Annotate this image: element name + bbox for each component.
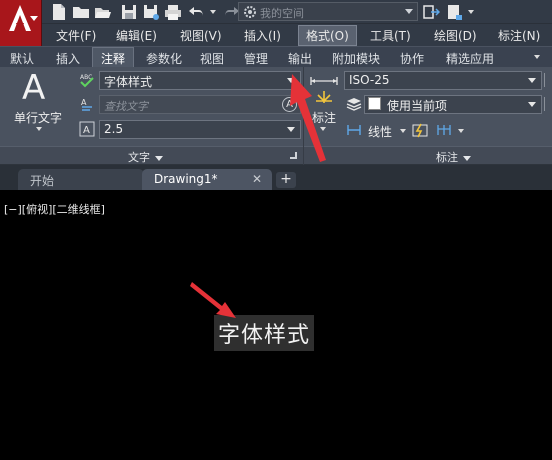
chevron-down-icon bbox=[528, 102, 536, 107]
linear-dropdown-icon[interactable] bbox=[400, 129, 406, 133]
share-icon[interactable] bbox=[422, 3, 440, 21]
tab-addins[interactable]: 附加模块 bbox=[332, 50, 380, 67]
gear-icon bbox=[244, 6, 256, 18]
chevron-down-icon bbox=[528, 78, 536, 83]
svg-text:A: A bbox=[81, 98, 87, 107]
export-icon[interactable] bbox=[446, 3, 464, 21]
linear-dimension-button[interactable]: 线性 bbox=[368, 123, 392, 140]
dimension-style-select[interactable]: ISO-25 bbox=[344, 71, 542, 90]
tab-collaborate[interactable]: 协作 bbox=[400, 50, 424, 67]
layer-stack-icon bbox=[346, 98, 362, 111]
find-text-input[interactable]: 查找文字 A bbox=[99, 95, 301, 114]
menu-file[interactable]: 文件(F) bbox=[56, 27, 96, 44]
dimension-layer-value: 使用当前项 bbox=[387, 99, 448, 113]
open-folder-icon[interactable] bbox=[72, 3, 90, 21]
dimension-panel-footer[interactable]: 标注 bbox=[304, 146, 552, 164]
save-as-icon[interactable] bbox=[142, 3, 160, 21]
continue-dimension-icon[interactable] bbox=[436, 122, 452, 138]
menu-dimension[interactable]: 标注(N) bbox=[498, 27, 540, 44]
menu-tools[interactable]: 工具(T) bbox=[370, 27, 411, 44]
linear-dimension-icon bbox=[347, 125, 361, 135]
tab-start-label: 开始 bbox=[30, 174, 55, 188]
single-line-text-dropdown-icon[interactable] bbox=[36, 127, 42, 131]
text-height-select[interactable]: 2.5 bbox=[99, 120, 301, 139]
tab-start[interactable]: 开始 bbox=[18, 169, 144, 190]
find-text-icon: A bbox=[81, 98, 92, 111]
qat-customize-icon[interactable] bbox=[468, 10, 474, 14]
tab-output[interactable]: 输出 bbox=[288, 50, 312, 67]
tab-parametric[interactable]: 参数化 bbox=[146, 50, 182, 67]
print-icon[interactable] bbox=[164, 3, 182, 21]
find-text-placeholder: 查找文字 bbox=[104, 100, 148, 113]
new-tab-button[interactable]: + bbox=[276, 172, 296, 188]
text-panel-footer[interactable]: 文字 bbox=[0, 146, 303, 164]
annotation-arrow-canvas bbox=[190, 282, 236, 318]
menu-bar: 文件(F) 编辑(E) 视图(V) 插入(I) 格式(O) 工具(T) 绘图(D… bbox=[42, 24, 552, 46]
continue-dropdown-icon[interactable] bbox=[458, 129, 464, 133]
annotation-arrow-ribbon bbox=[290, 74, 326, 162]
tab-manage[interactable]: 管理 bbox=[244, 50, 268, 67]
ribbon-tab-bar: 默认 插入 注释 参数化 视图 管理 输出 附加模块 协作 精选应用 bbox=[0, 46, 552, 68]
svg-text:A: A bbox=[83, 125, 90, 136]
menu-format[interactable]: 格式(O) bbox=[298, 25, 357, 46]
open-icon[interactable] bbox=[94, 3, 112, 21]
app-menu-caret-icon bbox=[30, 16, 38, 21]
workspace-switcher[interactable]: 我的空间 bbox=[238, 2, 418, 21]
save-icon[interactable] bbox=[120, 3, 138, 21]
dimension-layer-overflow bbox=[544, 97, 552, 111]
undo-icon[interactable] bbox=[188, 3, 206, 21]
layer-color-swatch bbox=[368, 97, 381, 110]
menu-insert[interactable]: 插入(I) bbox=[244, 27, 281, 44]
tab-featured-apps[interactable]: 精选应用 bbox=[446, 50, 494, 67]
application-menu-button[interactable] bbox=[0, 0, 42, 46]
menu-draw[interactable]: 绘图(D) bbox=[434, 27, 477, 44]
ribbon-minimize-icon[interactable] bbox=[534, 55, 540, 59]
workspace-label: 我的空间 bbox=[260, 7, 304, 20]
tab-view[interactable]: 视图 bbox=[200, 50, 224, 67]
dimension-panel-title: 标注 bbox=[436, 149, 471, 165]
undo-dropdown-icon[interactable] bbox=[210, 10, 216, 14]
text-style-icon: ABC bbox=[80, 74, 94, 88]
tab-default[interactable]: 默认 bbox=[10, 50, 34, 67]
text-panel-title: 文字 bbox=[128, 149, 163, 165]
file-tab-bar: 开始 Drawing1* ✕ + bbox=[0, 165, 552, 190]
ribbon-panel-area: A 单行文字 ABC 字体样式 A 查找文字 A A 2.5 文字 标注 ISO… bbox=[0, 67, 552, 165]
tab-drawing1[interactable]: Drawing1* ✕ bbox=[142, 169, 272, 190]
new-file-icon[interactable] bbox=[50, 3, 68, 21]
viewport-controls[interactable]: [−][俯视][二维线框] bbox=[4, 201, 105, 217]
tab-drawing1-label: Drawing1* bbox=[154, 172, 218, 186]
close-icon[interactable]: ✕ bbox=[252, 172, 262, 186]
text-height-value: 2.5 bbox=[104, 122, 124, 136]
single-line-text-icon[interactable]: A bbox=[22, 71, 45, 105]
dimension-style-value: ISO-25 bbox=[349, 73, 390, 87]
menu-edit[interactable]: 编辑(E) bbox=[116, 27, 157, 44]
quick-access-toolbar: 我的空间 bbox=[42, 0, 552, 24]
dimension-style-overflow bbox=[544, 73, 552, 87]
menu-view[interactable]: 视图(V) bbox=[180, 27, 222, 44]
single-line-text-button[interactable]: 单行文字 bbox=[14, 109, 62, 126]
quick-dimension-icon[interactable] bbox=[412, 122, 428, 138]
drawing-canvas[interactable]: [−][俯视][二维线框] 字体样式 bbox=[0, 190, 552, 460]
tab-annotate[interactable]: 注释 bbox=[92, 47, 135, 68]
tab-insert[interactable]: 插入 bbox=[56, 50, 80, 67]
text-height-icon: A bbox=[79, 121, 95, 137]
text-style-value: 字体样式 bbox=[104, 75, 153, 89]
text-style-select[interactable]: 字体样式 bbox=[99, 71, 301, 90]
dimension-layer-select[interactable]: 使用当前项 bbox=[364, 95, 542, 114]
drawn-text-object[interactable]: 字体样式 bbox=[214, 315, 315, 351]
chevron-down-icon bbox=[405, 9, 413, 14]
